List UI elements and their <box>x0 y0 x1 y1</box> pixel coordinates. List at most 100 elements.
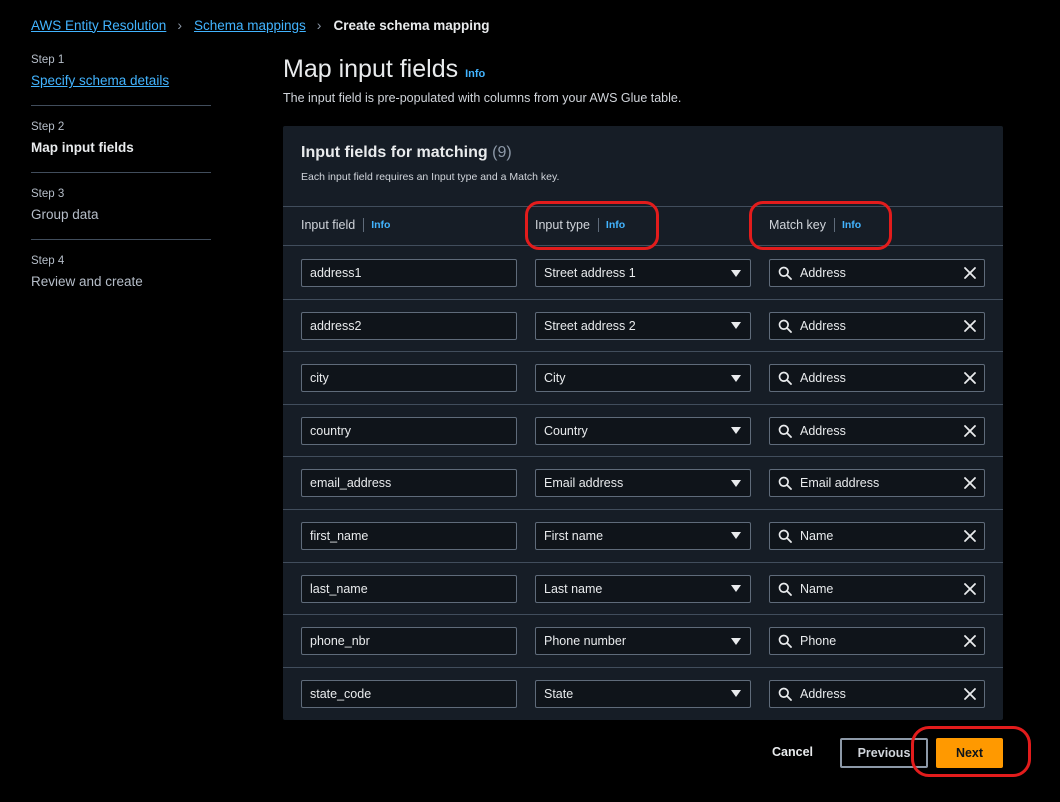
input-field[interactable]: first_name <box>301 521 517 550</box>
container-description: Each input field requires an Input type … <box>301 171 560 183</box>
input-type-select[interactable]: Last name <box>535 574 751 603</box>
table-row: city City Address <box>283 352 1003 405</box>
input-field-value: first_name <box>310 528 369 543</box>
input-type-select[interactable]: Country <box>535 416 751 445</box>
clear-icon[interactable] <box>963 529 977 543</box>
input-field[interactable]: phone_nbr <box>301 627 517 656</box>
match-key-autosuggest[interactable]: Address <box>769 311 985 340</box>
input-field-value: city <box>310 371 329 386</box>
step-number: Step 1 <box>31 54 65 66</box>
clear-icon[interactable] <box>963 266 977 280</box>
match-key-autosuggest[interactable]: Address <box>769 416 985 445</box>
input-type-value: Street address 2 <box>544 318 636 333</box>
input-field-value: phone_nbr <box>310 634 370 649</box>
clear-icon[interactable] <box>963 634 977 648</box>
table-row: phone_nbr Phone number Phone <box>283 615 1003 668</box>
page-title-text: Map input fields <box>283 55 459 83</box>
match-key-autosuggest[interactable]: Address <box>769 679 985 708</box>
table-row: last_name Last name Name <box>283 563 1003 616</box>
search-icon <box>778 529 792 543</box>
clear-icon[interactable] <box>963 424 977 438</box>
match-key-autosuggest[interactable]: Address <box>769 364 985 393</box>
search-icon <box>778 687 792 701</box>
match-key-value: Address <box>800 686 846 701</box>
chevron-right-icon: › <box>316 17 322 33</box>
column-label: Input type <box>535 218 590 232</box>
match-key-value: Address <box>800 318 846 333</box>
match-key-autosuggest[interactable]: Name <box>769 574 985 603</box>
input-type-value: Phone number <box>544 634 627 649</box>
caret-down-icon <box>731 479 741 487</box>
input-field[interactable]: state_code <box>301 679 517 708</box>
table-row: address1 Street address 1 Address <box>283 247 1003 300</box>
step-1: Step 1 Specify schema details <box>31 52 211 91</box>
table-row: email_address Email address Email address <box>283 457 1003 510</box>
column-header-input-type: Input type Info <box>535 218 625 232</box>
step-title-current: Map input fields <box>31 140 134 155</box>
match-key-autosuggest[interactable]: Email address <box>769 469 985 498</box>
step-title: Review and create <box>31 274 143 289</box>
search-icon <box>778 319 792 333</box>
column-label: Input field <box>301 218 356 232</box>
match-key-autosuggest[interactable]: Name <box>769 521 985 550</box>
input-field[interactable]: last_name <box>301 574 517 603</box>
column-header-input-field: Input field Info <box>301 218 390 232</box>
match-key-value: Email address <box>800 476 880 491</box>
match-key-autosuggest[interactable]: Address <box>769 259 985 287</box>
breadcrumb: AWS Entity Resolution › Schema mappings … <box>31 16 490 34</box>
clear-icon[interactable] <box>963 371 977 385</box>
input-field[interactable]: country <box>301 416 517 445</box>
match-key-value: Address <box>800 423 846 438</box>
wizard-steps: Step 1 Specify schema details Step 2 Map… <box>31 52 211 292</box>
search-icon <box>778 476 792 491</box>
search-icon <box>778 371 792 386</box>
breadcrumb-link-entity-resolution[interactable]: AWS Entity Resolution <box>31 18 166 33</box>
previous-button[interactable]: Previous <box>840 738 928 768</box>
clear-icon[interactable] <box>963 582 977 596</box>
input-type-select[interactable]: State <box>535 679 751 708</box>
step-title: Group data <box>31 207 99 222</box>
table-row: first_name First name Name <box>283 510 1003 563</box>
field-rows: address1 Street address 1 Address address2 S… <box>283 247 1003 720</box>
page-title: Map input fields Info <box>283 55 485 84</box>
cancel-button[interactable]: Cancel <box>772 745 813 759</box>
input-type-select[interactable]: Email address <box>535 469 751 498</box>
input-type-value: Email address <box>544 476 624 491</box>
table-row: country Country Address <box>283 405 1003 458</box>
next-button[interactable]: Next <box>936 738 1003 768</box>
input-type-select[interactable]: First name <box>535 521 751 550</box>
input-type-select[interactable]: Street address 2 <box>535 311 751 340</box>
search-icon <box>778 634 792 649</box>
info-link[interactable]: Info <box>842 219 861 231</box>
input-type-value: Country <box>544 423 588 438</box>
input-type-select[interactable]: Street address 1 <box>535 259 751 287</box>
input-field[interactable]: city <box>301 364 517 393</box>
breadcrumb-link-schema-mappings[interactable]: Schema mappings <box>194 18 306 33</box>
container-title-text: Input fields for matching <box>301 144 488 161</box>
field-count: (9) <box>492 144 512 161</box>
input-type-select[interactable]: City <box>535 364 751 393</box>
input-field[interactable]: address1 <box>301 259 517 287</box>
clear-icon[interactable] <box>963 687 977 701</box>
input-type-select[interactable]: Phone number <box>535 627 751 656</box>
input-field-value: state_code <box>310 686 372 701</box>
divider <box>31 172 211 173</box>
info-link[interactable]: Info <box>465 68 485 80</box>
chevron-right-icon: › <box>177 17 182 33</box>
input-type-value: Last name <box>544 581 603 596</box>
clear-icon[interactable] <box>963 319 977 333</box>
step-link-specify-schema[interactable]: Specify schema details <box>31 71 211 91</box>
match-key-value: Phone <box>800 634 837 649</box>
input-field[interactable]: email_address <box>301 469 517 498</box>
match-key-value: Name <box>800 528 834 543</box>
input-field[interactable]: address2 <box>301 311 517 340</box>
caret-down-icon <box>731 427 741 435</box>
info-link[interactable]: Info <box>606 219 625 231</box>
info-link[interactable]: Info <box>371 219 390 231</box>
step-3: Step 3 Group data <box>31 186 211 225</box>
caret-down-icon <box>731 637 741 645</box>
search-icon <box>778 582 792 596</box>
clear-icon[interactable] <box>963 476 977 490</box>
match-key-autosuggest[interactable]: Phone <box>769 627 985 656</box>
input-type-value: First name <box>544 528 604 543</box>
